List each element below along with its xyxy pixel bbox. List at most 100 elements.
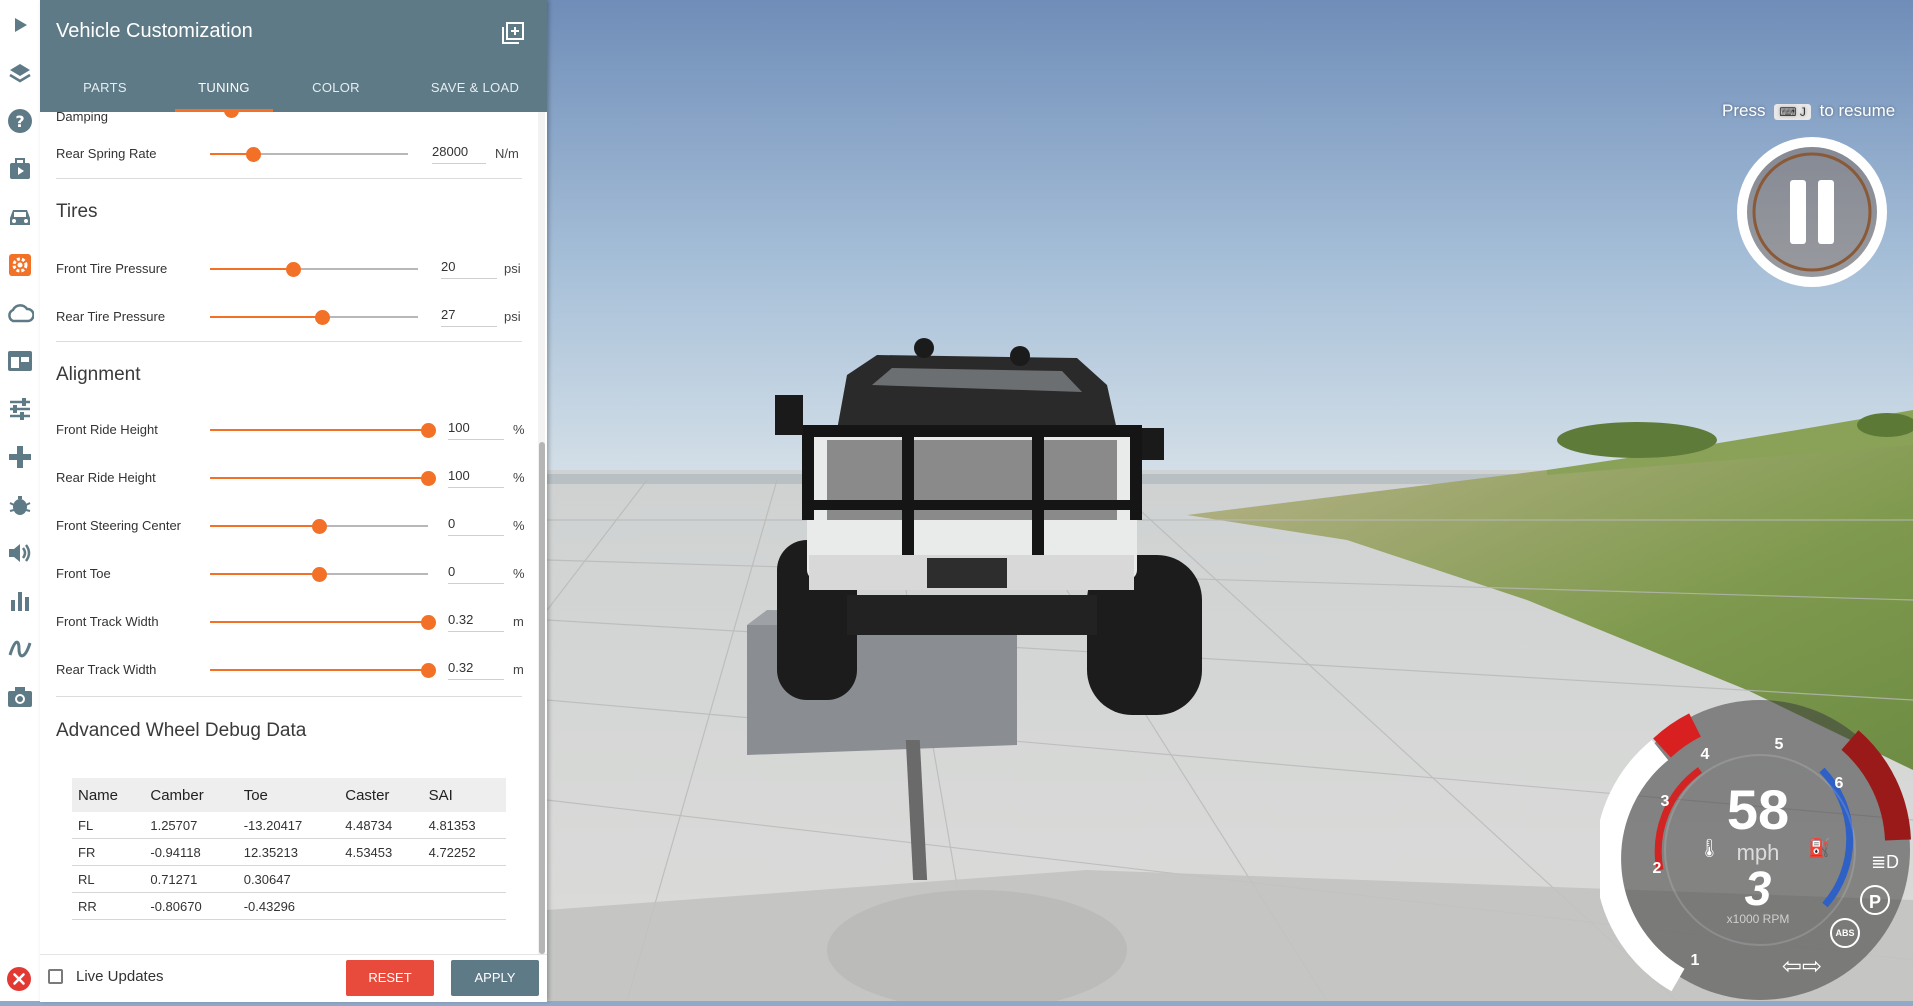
front-ride-height-value[interactable]: 100 <box>448 417 504 440</box>
front-steering-center-value[interactable]: 0 <box>448 513 504 536</box>
table-cell <box>339 892 423 920</box>
panel-title: Vehicle Customization <box>56 20 253 42</box>
svg-text:?: ? <box>15 112 24 131</box>
rear-ride-height-label: Rear Ride Height <box>56 470 156 485</box>
tab-parts[interactable]: PARTS <box>75 80 135 112</box>
play-icon[interactable] <box>5 10 35 40</box>
table-row: RR -0.80670 -0.43296 <box>72 892 506 920</box>
rear-ride-height-slider-knob[interactable] <box>420 470 436 486</box>
main-menu-sidebar: ? <box>0 0 41 1001</box>
front-track-width-unit: m <box>513 614 524 629</box>
column-header: SAI <box>422 778 506 812</box>
parking-brake-indicator: P <box>1860 885 1890 915</box>
panel-scrollbar-thumb[interactable] <box>539 442 545 954</box>
cloud-icon[interactable] <box>5 298 35 328</box>
table-cell: 12.35213 <box>237 838 340 866</box>
rear-spring-rate-label: Rear Spring Rate <box>56 146 157 161</box>
front-steering-center-slider-knob[interactable] <box>311 518 327 534</box>
rpm-tick-2: 2 <box>1652 860 1662 877</box>
tuning-content[interactable]: Damping Rear Spring Rate 28000 N/m Tires… <box>40 112 547 954</box>
rpm-label: x1000 RPM <box>1726 912 1790 926</box>
ui-apps-icon[interactable] <box>5 346 35 376</box>
front-steering-center-unit: % <box>513 518 525 533</box>
live-updates-label[interactable]: Live Updates <box>76 968 164 985</box>
front-toe-value[interactable]: 0 <box>448 561 504 584</box>
table-cell: 4.48734 <box>339 812 423 839</box>
rear-tire-pressure-slider-knob[interactable] <box>314 309 330 325</box>
rear-track-width-slider-knob[interactable] <box>420 662 436 678</box>
rear-ride-height-unit: % <box>513 470 525 485</box>
table-cell: RR <box>72 892 145 920</box>
tab-save-load[interactable]: SAVE & LOAD <box>423 80 527 112</box>
front-ride-height-label: Front Ride Height <box>56 422 158 437</box>
headlight-icon: ≣D <box>1870 852 1900 872</box>
stats-icon[interactable] <box>5 586 35 616</box>
rpm-tick-6: 6 <box>1834 775 1844 792</box>
table-cell: -0.80670 <box>144 892 238 920</box>
tab-tuning[interactable]: TUNING <box>175 80 273 112</box>
front-track-width-slider-knob[interactable] <box>420 614 436 630</box>
popout-icon[interactable] <box>502 22 524 44</box>
rear-spring-rate-value[interactable]: 28000 <box>432 141 486 164</box>
front-ride-height-unit: % <box>513 422 525 437</box>
table-cell: 0.30647 <box>237 865 340 893</box>
table-row: RL 0.71271 0.30647 <box>72 865 506 893</box>
scenario-icon[interactable] <box>5 154 35 184</box>
table-cell: FL <box>72 812 145 839</box>
abs-indicator: ABS <box>1830 918 1860 948</box>
table-row: FL 1.25707 -13.20417 4.48734 4.81353 <box>72 812 506 839</box>
damping-label: Damping <box>56 112 109 124</box>
divider <box>56 178 522 179</box>
front-toe-slider-knob[interactable] <box>311 566 327 582</box>
rear-spring-rate-slider-knob[interactable] <box>246 146 262 162</box>
camera-icon[interactable] <box>5 682 35 712</box>
front-ride-height-slider-knob[interactable] <box>420 422 436 438</box>
rear-ride-height-slider[interactable] <box>210 477 428 479</box>
rear-track-width-label: Rear Track Width <box>56 662 157 677</box>
vehicle-config-icon[interactable] <box>5 250 35 280</box>
divider <box>56 341 522 342</box>
close-menu-icon[interactable] <box>6 966 32 992</box>
tab-color[interactable]: COLOR <box>306 80 366 112</box>
front-ride-height-slider[interactable] <box>210 429 428 431</box>
controls-icon[interactable] <box>5 442 35 472</box>
options-icon[interactable] <box>5 394 35 424</box>
flowgraph-icon[interactable] <box>5 634 35 664</box>
key-label: J <box>1799 104 1806 119</box>
audio-icon[interactable] <box>5 538 35 568</box>
front-track-width-value[interactable]: 0.32 <box>448 609 504 632</box>
live-updates-checkbox[interactable] <box>48 969 63 984</box>
speed-value: 58 <box>1726 778 1790 841</box>
debug-icon[interactable] <box>5 490 35 520</box>
rear-ride-height-value[interactable]: 100 <box>448 465 504 488</box>
turn-signal-icons: ⇦⇨ <box>1781 953 1823 980</box>
rear-tire-pressure-value[interactable]: 27 <box>441 304 497 327</box>
vehicle-icon[interactable] <box>5 202 35 232</box>
rpm-tick-3: 3 <box>1660 793 1670 810</box>
front-track-width-slider[interactable] <box>210 621 428 623</box>
table-cell: -13.20417 <box>237 812 340 839</box>
front-tire-pressure-unit: psi <box>504 261 521 276</box>
panel-footer: Live Updates RESET APPLY <box>40 954 547 1002</box>
wheel-debug-table: Name Camber Toe Caster SAI FL 1.25707 -13.2041… <box>72 778 506 920</box>
rear-track-width-value[interactable]: 0.32 <box>448 657 504 680</box>
damping-slider-knob[interactable] <box>224 112 239 118</box>
rpm-tick-4: 4 <box>1700 746 1710 763</box>
reset-button[interactable]: RESET <box>346 960 434 996</box>
table-cell: -0.43296 <box>237 892 340 920</box>
pause-icon[interactable] <box>1736 136 1888 288</box>
front-tire-pressure-value[interactable]: 20 <box>441 256 497 279</box>
front-tire-pressure-slider-knob[interactable] <box>285 261 301 277</box>
vehicle-customization-panel: Vehicle Customization PARTS TUNING COLOR… <box>40 0 547 1002</box>
front-tire-pressure-slider[interactable] <box>210 268 418 270</box>
resume-hint: Press ⌨ J to resume <box>1722 101 1895 121</box>
table-cell: 0.71271 <box>144 865 238 893</box>
rear-spring-rate-slider[interactable] <box>210 153 408 155</box>
layers-icon[interactable] <box>5 58 35 88</box>
table-cell: -0.94118 <box>144 838 238 866</box>
help-icon[interactable]: ? <box>5 106 35 136</box>
table-cell <box>422 865 506 893</box>
front-steering-center-label: Front Steering Center <box>56 518 182 533</box>
rear-track-width-slider[interactable] <box>210 669 428 671</box>
apply-button[interactable]: APPLY <box>451 960 539 996</box>
